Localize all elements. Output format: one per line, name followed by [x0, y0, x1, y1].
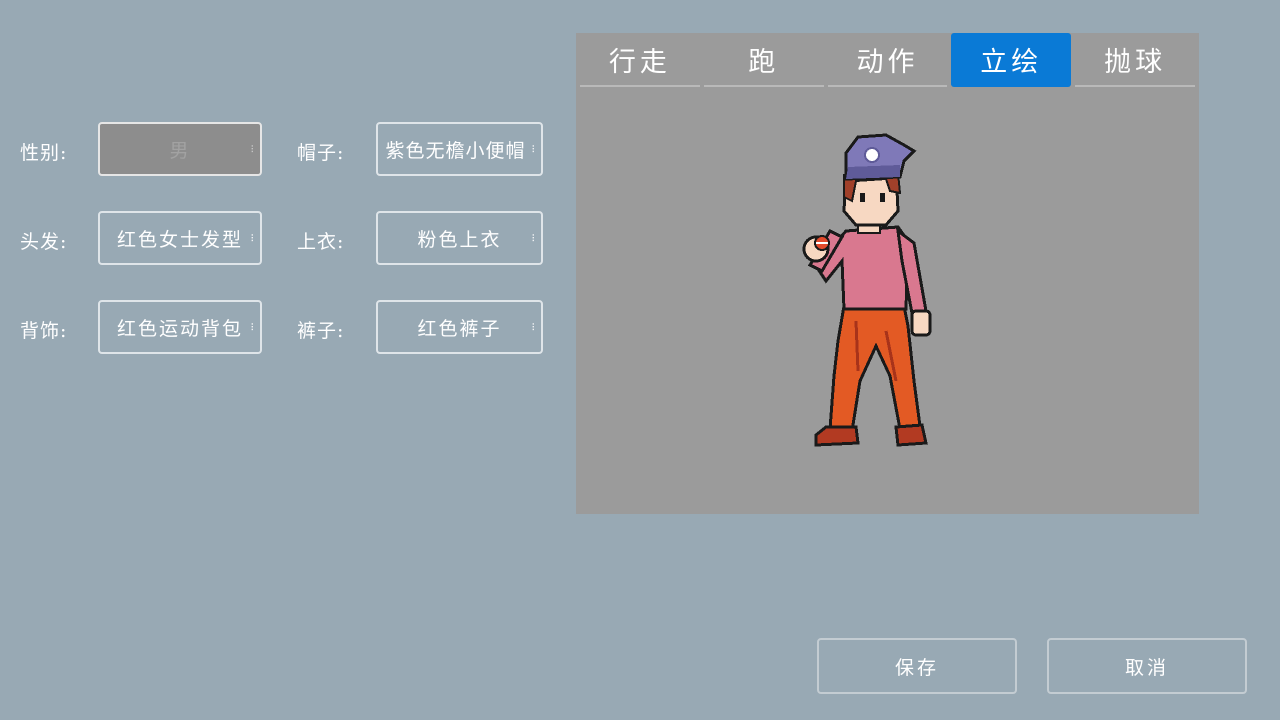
top-select[interactable]: 粉色上衣 ⁝ — [376, 211, 543, 265]
hat-label: 帽子: — [297, 142, 345, 164]
top-value: 粉色上衣 — [417, 228, 502, 251]
preview-tabs: 行走 跑 动作 立绘 抛球 — [576, 33, 1199, 87]
preview-panel: 行走 跑 动作 立绘 抛球 — [576, 33, 1199, 514]
hat-value: 紫色无檐小便帽 — [385, 139, 526, 162]
gender-value: 男 — [169, 139, 191, 162]
gender-label: 性别: — [20, 142, 68, 164]
hat-logo-icon — [864, 147, 880, 163]
pants-select[interactable]: 红色裤子 ⁝ — [376, 300, 543, 354]
back-label: 背饰: — [20, 320, 68, 342]
tab-throw[interactable]: 抛球 — [1075, 33, 1195, 87]
hair-value: 红色女士发型 — [116, 228, 243, 251]
select-arrow-icon: ⁝ — [250, 231, 255, 245]
gender-select[interactable]: 男 ⁝ — [98, 122, 262, 176]
save-button[interactable]: 保存 — [817, 638, 1017, 694]
tab-action[interactable]: 动作 — [827, 33, 948, 87]
hat-select[interactable]: 紫色无檐小便帽 ⁝ — [376, 122, 543, 176]
select-arrow-icon: ⁝ — [250, 320, 255, 334]
top-label: 上衣: — [297, 231, 345, 253]
back-value: 红色运动背包 — [116, 317, 243, 340]
cancel-button[interactable]: 取消 — [1047, 638, 1247, 694]
select-arrow-icon: ⁝ — [531, 231, 536, 245]
pants-label: 裤子: — [297, 320, 345, 342]
tab-portrait[interactable]: 立绘 — [951, 33, 1072, 87]
character-portrait-image — [802, 133, 932, 447]
back-select[interactable]: 红色运动背包 ⁝ — [98, 300, 262, 354]
select-arrow-icon: ⁝ — [531, 142, 536, 156]
pants-value: 红色裤子 — [417, 317, 502, 340]
right-hand-shape — [910, 309, 932, 337]
character-sprite — [786, 131, 946, 461]
tab-run[interactable]: 跑 — [703, 33, 824, 87]
right-shoe-shape — [894, 423, 928, 447]
left-shoe-shape — [814, 425, 860, 447]
tab-walk[interactable]: 行走 — [580, 33, 700, 87]
select-arrow-icon: ⁝ — [531, 320, 536, 334]
pants-shape — [828, 304, 922, 433]
select-arrow-icon: ⁝ — [250, 142, 255, 156]
hair-select[interactable]: 红色女士发型 ⁝ — [98, 211, 262, 265]
hair-label: 头发: — [20, 231, 68, 253]
